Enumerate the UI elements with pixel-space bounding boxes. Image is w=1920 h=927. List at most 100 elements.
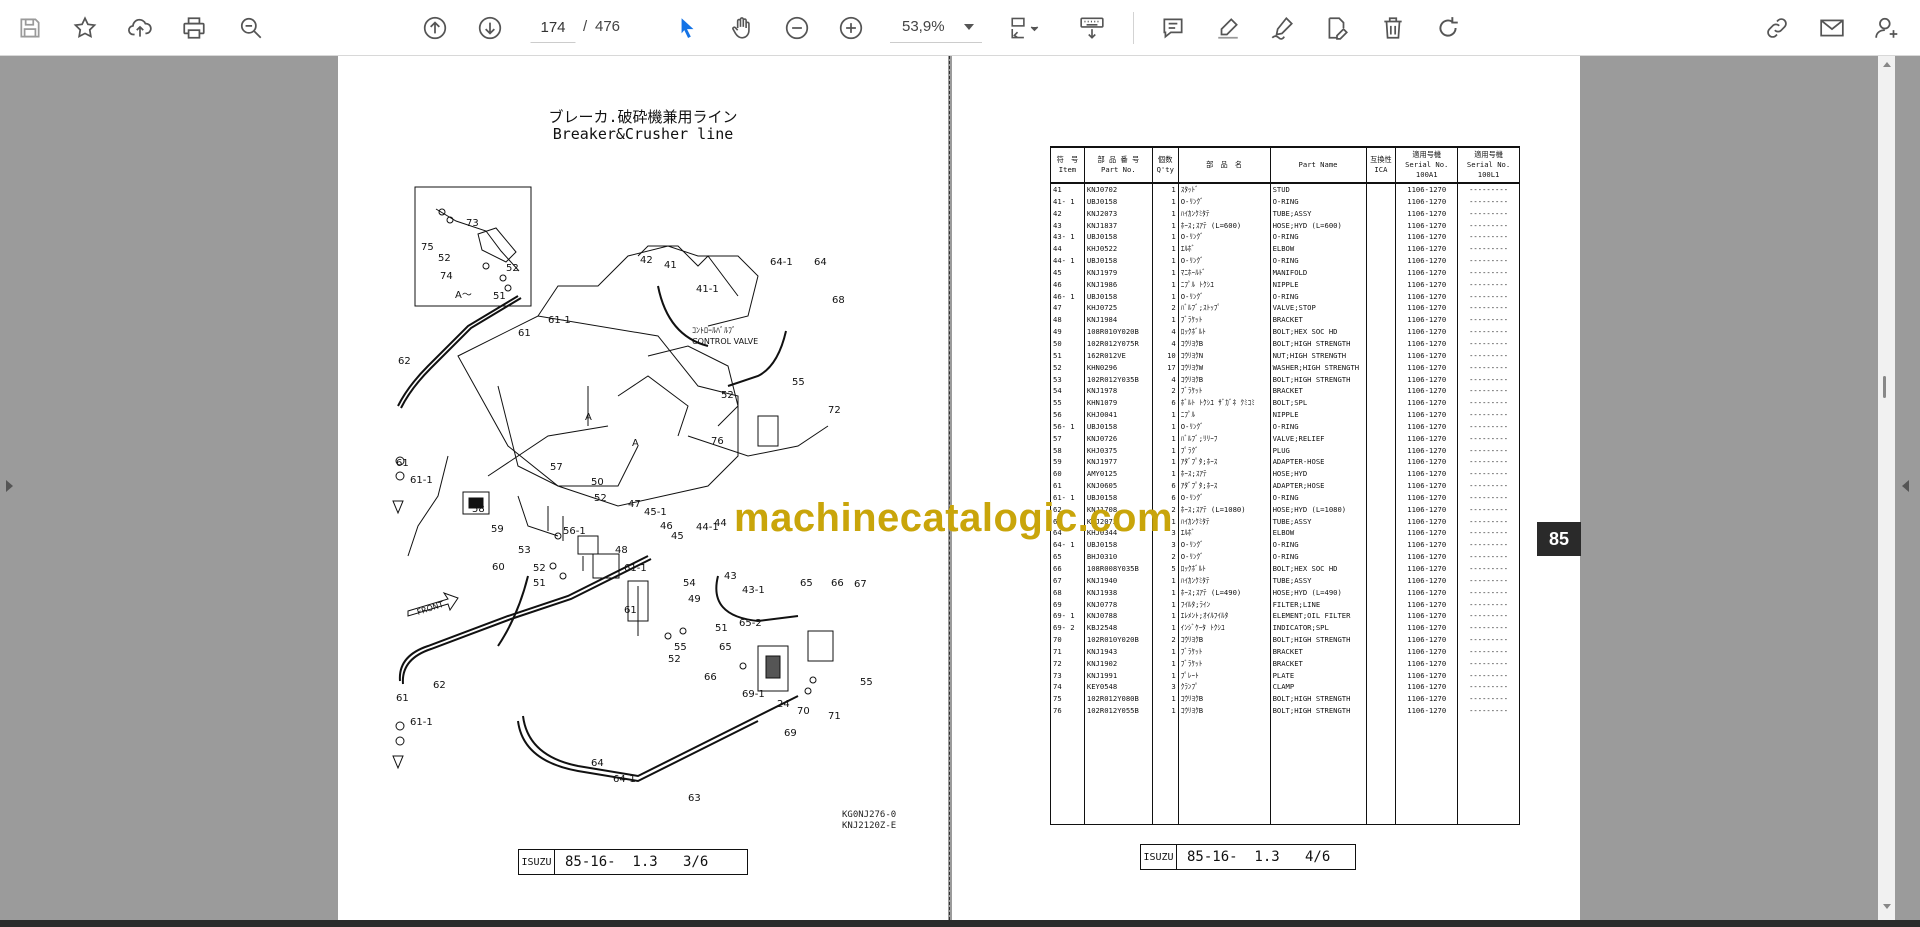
delete-trash-icon[interactable] xyxy=(1376,11,1410,45)
svg-text:67: 67 xyxy=(854,579,867,590)
qty-cell: 1 xyxy=(1151,669,1179,682)
serial-1-cell: 1106-1270 xyxy=(1395,657,1459,670)
previous-page-icon[interactable] xyxy=(418,11,452,45)
table-row: 61 KNJ0605 6 ｱﾀﾞﾌﾟﾀ;ﾎｰｽ ADAPTER;HOSE 1106-127… xyxy=(1050,480,1520,492)
item-cell: 66 xyxy=(1050,563,1085,575)
item-cell: 70 xyxy=(1050,634,1085,646)
ica-cell xyxy=(1365,574,1397,587)
serial-2-cell: --------- xyxy=(1457,290,1520,303)
svg-text:61: 61 xyxy=(624,605,637,616)
save-icon[interactable] xyxy=(13,11,47,45)
qty-cell: 1 xyxy=(1151,278,1179,291)
qty-cell: 1 xyxy=(1151,610,1179,623)
add-user-icon[interactable] xyxy=(1870,11,1904,45)
name-jp-cell: ﾌﾞﾗｹｯﾄ xyxy=(1177,657,1271,670)
page-number-input[interactable] xyxy=(530,11,576,43)
part-no-cell: AMY0125 xyxy=(1083,468,1153,481)
drawing-ref-code: KG0NJ276-0 KNJ2120Z-E xyxy=(842,810,896,832)
hand-tool-icon[interactable] xyxy=(725,11,759,45)
serial-1-cell: 1106-1270 xyxy=(1395,337,1459,350)
select-cursor-icon[interactable] xyxy=(670,11,704,45)
page-left: ブレーカ.破砕機兼用ライン Breaker&Crusher line 75 52… xyxy=(338,56,948,920)
isuzu-logo: ISUZU xyxy=(1141,845,1177,869)
next-page-icon[interactable] xyxy=(473,11,507,45)
ica-cell xyxy=(1365,409,1397,421)
serial-1-cell: 1106-1270 xyxy=(1395,503,1459,516)
page-fit-icon[interactable] xyxy=(1002,11,1050,45)
scrollbar-thumb[interactable] xyxy=(1883,376,1886,398)
sign-icon[interactable] xyxy=(1265,11,1299,45)
serial-2-cell: --------- xyxy=(1457,456,1520,469)
table-row: 58 KHJ0375 1 ﾌﾟﾗｸﾞ PLUG 1106-1270 --------- xyxy=(1050,444,1520,457)
keyboard-scroll-icon[interactable] xyxy=(1075,11,1109,45)
part-name-cell: O-RING xyxy=(1269,491,1367,504)
col-ica: 互換性 ICA xyxy=(1365,146,1397,184)
zoom-out-icon[interactable] xyxy=(780,11,814,45)
comment-icon[interactable] xyxy=(1156,11,1190,45)
svg-text:65: 65 xyxy=(719,642,732,653)
scroll-down-icon[interactable] xyxy=(1883,904,1891,909)
table-row: 43 KNJ1837 1 ﾎｰｽ;ｽｱﾃ (L=600) HOSE;HYD (L=600… xyxy=(1050,219,1520,232)
svg-text:70: 70 xyxy=(797,706,810,717)
serial-2-cell: --------- xyxy=(1457,195,1520,208)
serial-1-cell: 1106-1270 xyxy=(1395,598,1459,611)
part-name-cell: HOSE;HYD (L=490) xyxy=(1269,586,1367,599)
document-viewer[interactable]: ブレーカ.破砕機兼用ライン Breaker&Crusher line 75 52… xyxy=(22,56,1882,920)
exploded-parts-diagram: 755273 745251 61-16162 42 4141-1 64-1 6468… xyxy=(392,186,873,804)
name-jp-cell: ｺｳﾘﾖｸW xyxy=(1177,361,1271,374)
ica-cell xyxy=(1365,563,1397,575)
svg-text:69-1: 69-1 xyxy=(742,689,765,700)
svg-text:64-1: 64-1 xyxy=(613,774,636,785)
ica-cell xyxy=(1365,645,1397,658)
table-row: 50 102R012Y075R 4 ｺｳﾘﾖｸB BOLT;HIGH STRENGTH 1… xyxy=(1050,337,1520,350)
ica-cell xyxy=(1365,669,1397,682)
collapse-left-icon[interactable] xyxy=(6,480,13,492)
edit-document-icon[interactable] xyxy=(1320,11,1354,45)
rotate-icon[interactable] xyxy=(1431,11,1465,45)
serial-1-cell: 1106-1270 xyxy=(1395,527,1459,540)
blank-cell xyxy=(1151,716,1179,826)
serial-2-cell: --------- xyxy=(1457,563,1520,575)
collapse-right-icon[interactable] xyxy=(1902,480,1909,492)
isuzu-logo: ISUZU xyxy=(519,850,555,874)
serial-2-cell: --------- xyxy=(1457,468,1520,481)
col-serial-2: 適用号機 Serial No. 100L1 xyxy=(1457,146,1520,184)
name-jp-cell: ﾊﾞﾙﾌﾞ;ﾘﾘｰﾌ xyxy=(1177,432,1271,445)
part-no-cell: KNJ1940 xyxy=(1083,574,1153,587)
email-icon[interactable] xyxy=(1815,11,1849,45)
print-icon[interactable] xyxy=(177,11,211,45)
qty-cell: 4 xyxy=(1151,326,1179,338)
name-jp-cell: ﾏﾆﾎｰﾙﾄﾞ xyxy=(1177,266,1271,279)
qty-cell: 2 xyxy=(1151,634,1179,646)
part-no-cell: KHN0296 xyxy=(1083,361,1153,374)
serial-2-cell: --------- xyxy=(1457,444,1520,457)
item-cell: 74 xyxy=(1050,681,1085,694)
serial-1-cell: 1106-1270 xyxy=(1395,705,1459,717)
ica-cell xyxy=(1365,290,1397,303)
part-no-cell: 102R010Y020B xyxy=(1083,634,1153,646)
svg-text:43: 43 xyxy=(724,571,737,582)
share-link-icon[interactable] xyxy=(1760,11,1794,45)
serial-2-cell: --------- xyxy=(1457,302,1520,315)
zoom-in-icon[interactable] xyxy=(834,11,868,45)
scroll-up-icon[interactable] xyxy=(1883,62,1891,67)
serial-2-cell: --------- xyxy=(1457,645,1520,658)
highlight-pen-icon[interactable] xyxy=(1211,11,1245,45)
vertical-scrollbar[interactable] xyxy=(1878,56,1895,920)
svg-text:76: 76 xyxy=(711,436,724,447)
zoom-search-icon[interactable] xyxy=(234,11,268,45)
part-no-cell: 102R012Y075R xyxy=(1083,337,1153,350)
svg-text:50: 50 xyxy=(591,477,604,488)
item-cell: 44 xyxy=(1050,243,1085,256)
serial-1-cell: 1106-1270 xyxy=(1395,444,1459,457)
part-name-cell: PLATE xyxy=(1269,669,1367,682)
name-jp-cell: O-ﾘﾝｸﾞ xyxy=(1177,231,1271,244)
name-jp-cell: ﾎｰｽ;ｽｱﾃ xyxy=(1177,468,1271,481)
table-row: 71 KNJ1943 1 ﾌﾞﾗｹｯﾄ BRACKET 1106-1270 --------… xyxy=(1050,645,1520,658)
bookmark-star-icon[interactable] xyxy=(68,11,102,45)
zoom-select[interactable]: 53,9% xyxy=(890,11,982,43)
upload-cloud-icon[interactable] xyxy=(123,11,157,45)
serial-1-cell: 1106-1270 xyxy=(1395,373,1459,386)
serial-2-cell: --------- xyxy=(1457,409,1520,421)
part-name-cell: BRACKET xyxy=(1269,645,1367,658)
